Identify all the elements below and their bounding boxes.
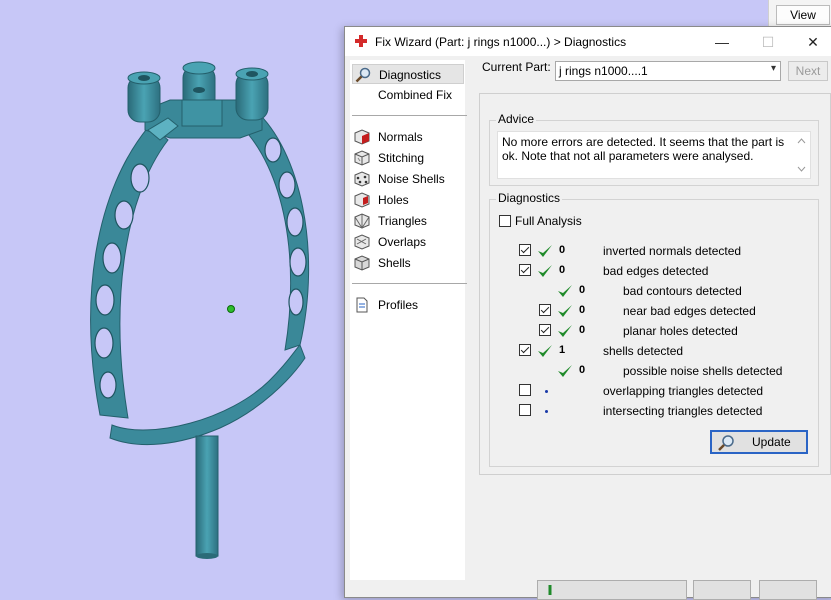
sidebar-item-label: Normals (378, 130, 423, 144)
current-part-value: j rings n1000....1 (559, 64, 648, 78)
diagnostic-label: near bad edges detected (623, 304, 756, 318)
checkmark-icon (558, 325, 572, 337)
pending-dot-icon (545, 390, 548, 393)
advice-text: No more errors are detected. It seems th… (502, 135, 785, 163)
bottom-action-button[interactable] (537, 580, 687, 600)
view-button[interactable]: View (776, 5, 830, 25)
current-part-select[interactable]: j rings n1000....1 ▾ (555, 61, 781, 81)
diagnostic-label: overlapping triangles detected (603, 384, 764, 398)
maximize-button[interactable]: ☐ (755, 31, 781, 53)
window-title: Fix Wizard (Part: j rings n1000...) > Di… (375, 35, 627, 49)
update-label: Update (752, 435, 791, 449)
stitching-cube-icon (354, 150, 370, 166)
checkmark-icon (558, 305, 572, 317)
diagnostic-label: shells detected (603, 344, 684, 358)
holes-cube-icon (354, 192, 370, 208)
diagnostic-label: planar holes detected (623, 324, 738, 338)
diagnostic-count: 0 (579, 324, 586, 336)
sidebar-item-triangles[interactable]: Triangles (352, 211, 464, 231)
normals-cube-icon (354, 129, 370, 145)
diagnostic-checkbox[interactable] (519, 264, 531, 276)
magnifier-icon (718, 435, 734, 451)
diagnostic-checkbox[interactable] (519, 344, 531, 356)
green-arrow-icon (548, 585, 552, 595)
diagnostic-checkbox[interactable] (519, 404, 531, 416)
diagnostic-count: 1 (559, 344, 566, 356)
fix-wizard-dialog: Fix Wizard (Part: j rings n1000...) > Di… (344, 26, 831, 600)
sidebar-item-label: Noise Shells (378, 172, 445, 186)
sidebar-item-profiles[interactable]: Profiles (352, 295, 464, 315)
sidebar-item-label: Triangles (378, 214, 427, 228)
sidebar-item-holes[interactable]: Holes (352, 190, 464, 210)
advice-scrollbar[interactable] (794, 133, 809, 177)
triangles-cube-icon (354, 213, 370, 229)
sidebar-item-label: Diagnostics (379, 68, 442, 82)
sidebar-item-label: Combined Fix (378, 88, 453, 102)
diagnostic-count: 0 (579, 284, 586, 296)
chevron-down-icon: ▾ (770, 63, 776, 74)
title-bar[interactable]: Fix Wizard (Part: j rings n1000...) > Di… (345, 27, 831, 56)
diagnostics-title: Diagnostics (496, 191, 563, 205)
sidebar-divider (352, 283, 467, 284)
document-icon (356, 297, 368, 313)
diagnostic-checkbox[interactable] (539, 304, 551, 316)
diagnostic-checkbox[interactable] (519, 244, 531, 256)
magnifier-icon (355, 67, 371, 83)
checkmark-icon (558, 365, 572, 377)
diagnostic-label: intersecting triangles detected (603, 404, 763, 418)
noise-shells-cube-icon (354, 171, 370, 187)
sidebar-item-label: Overlaps (378, 235, 427, 249)
diagnostic-label: inverted normals detected (603, 244, 742, 258)
diagnostic-label: bad contours detected (623, 284, 742, 298)
sidebar-item-label: Shells (378, 256, 411, 270)
advice-title: Advice (496, 112, 537, 126)
close-button[interactable]: ✕ (800, 31, 826, 53)
next-button[interactable]: Next (788, 61, 828, 81)
overlaps-cube-icon (354, 234, 370, 250)
diagnostic-checkbox[interactable] (539, 324, 551, 336)
sidebar-item-label: Holes (378, 193, 409, 207)
checkmark-icon (538, 345, 552, 357)
diagnostic-label: possible noise shells detected (623, 364, 783, 378)
advice-textbox[interactable]: No more errors are detected. It seems th… (497, 131, 811, 179)
sidebar-divider (352, 115, 467, 116)
sidebar-item-stitching[interactable]: Stitching (352, 148, 464, 168)
wizard-sidebar: Diagnostics Combined Fix Normals Stitchi… (350, 60, 467, 580)
sidebar-item-label: Stitching (378, 151, 425, 165)
pending-dot-icon (545, 410, 548, 413)
diagnostic-count: 0 (579, 364, 586, 376)
bottom-button[interactable] (759, 580, 817, 600)
full-analysis-checkbox[interactable] (499, 215, 511, 227)
diagnostic-checkbox[interactable] (519, 384, 531, 396)
diagnostic-count: 0 (559, 264, 566, 276)
checkmark-icon (538, 265, 552, 277)
sidebar-item-diagnostics[interactable]: Diagnostics (352, 64, 464, 84)
sidebar-item-shells[interactable]: Shells (352, 253, 464, 273)
checkmark-icon (538, 245, 552, 257)
bottom-button[interactable] (693, 580, 751, 600)
current-part-label: Current Part: (482, 60, 551, 74)
diagnostic-count: 0 (559, 244, 566, 256)
checkmark-icon (558, 285, 572, 297)
diagnostic-label: bad edges detected (603, 264, 709, 278)
sidebar-item-combined-fix[interactable]: Combined Fix (352, 85, 464, 105)
sidebar-item-label: Profiles (378, 298, 419, 312)
minimize-button[interactable]: — (709, 31, 735, 53)
sidebar-item-normals[interactable]: Normals (352, 127, 464, 147)
shells-cube-icon (354, 255, 370, 271)
sidebar-item-noise-shells[interactable]: Noise Shells (352, 169, 464, 189)
red-cross-icon (355, 35, 367, 47)
full-analysis-label: Full Analysis (515, 214, 582, 228)
update-button[interactable]: Update (710, 430, 808, 454)
diagnostic-count: 0 (579, 304, 586, 316)
sidebar-item-overlaps[interactable]: Overlaps (352, 232, 464, 252)
